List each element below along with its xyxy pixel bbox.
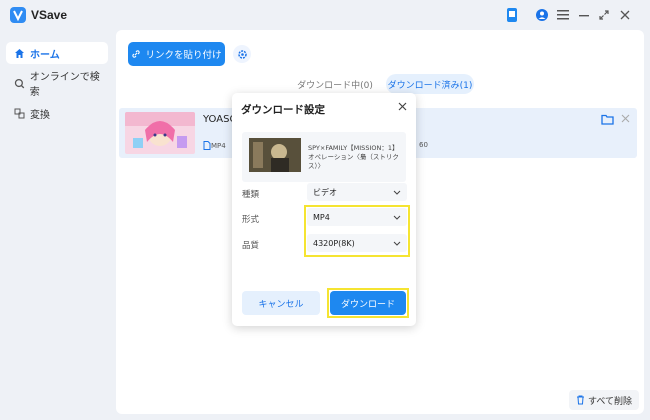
- link-icon: [132, 50, 141, 58]
- quality-label: 品質: [242, 241, 260, 251]
- remove-item-icon[interactable]: [621, 114, 630, 126]
- type-select[interactable]: ビデオ: [307, 183, 407, 201]
- title-bar: VSave: [0, 0, 650, 30]
- sidebar-item-search[interactable]: オンラインで検索: [6, 72, 108, 98]
- menu-icon[interactable]: [555, 7, 571, 23]
- account-icon[interactable]: [534, 7, 550, 23]
- paste-link-button[interactable]: リンクを貼り付け: [128, 42, 225, 66]
- sidebar-item-label: オンラインで検索: [29, 72, 100, 98]
- trash-icon: [576, 395, 584, 405]
- chevron-down-icon: [393, 190, 401, 195]
- video-thumbnail: [125, 112, 195, 154]
- vsave-logo-icon: [10, 7, 26, 23]
- tab-downloaded[interactable]: ダウンロード済み(1): [386, 74, 474, 94]
- gear-icon: [237, 49, 247, 59]
- device-icon[interactable]: [504, 7, 520, 23]
- minimize-icon[interactable]: [576, 7, 592, 23]
- video-preview: SPY×FAMILY【MISSION：1】オペレーション〈梟（ストリクス）〉: [242, 132, 406, 182]
- tab-downloading[interactable]: ダウンロード中(0): [292, 74, 378, 94]
- app-title: VSave: [31, 8, 68, 22]
- delete-all-button[interactable]: すべて削除: [569, 390, 639, 410]
- video-format: MP4: [203, 141, 226, 150]
- sidebar-item-convert[interactable]: 変換: [6, 102, 108, 124]
- download-settings-dialog: ダウンロード設定 SPY×FAMILY【MISSION：1】オペレーション〈梟（…: [232, 93, 416, 326]
- type-label: 種類: [242, 190, 260, 200]
- maximize-icon[interactable]: [596, 7, 612, 23]
- download-button-highlight: [327, 288, 409, 318]
- file-icon: [203, 141, 211, 150]
- cancel-button[interactable]: キャンセル: [242, 291, 320, 315]
- dialog-close-icon[interactable]: [398, 102, 407, 114]
- preview-video-title: SPY×FAMILY【MISSION：1】オペレーション〈梟（ストリクス）〉: [308, 144, 399, 170]
- format-quality-highlight: [304, 205, 410, 257]
- settings-gear-button[interactable]: [233, 45, 251, 63]
- preview-thumbnail: [249, 138, 301, 172]
- home-icon: [15, 48, 24, 58]
- search-icon: [14, 78, 25, 88]
- dialog-title: ダウンロード設定: [241, 104, 325, 116]
- sidebar-item-home[interactable]: ホーム: [6, 42, 108, 64]
- convert-icon: [14, 108, 25, 118]
- sidebar-item-label: 変換: [30, 109, 50, 121]
- video-extra-meta: 60: [419, 141, 428, 149]
- close-window-icon[interactable]: [617, 7, 633, 23]
- format-label: 形式: [242, 215, 260, 225]
- sidebar-item-label: ホーム: [30, 49, 60, 61]
- folder-icon[interactable]: [601, 114, 614, 128]
